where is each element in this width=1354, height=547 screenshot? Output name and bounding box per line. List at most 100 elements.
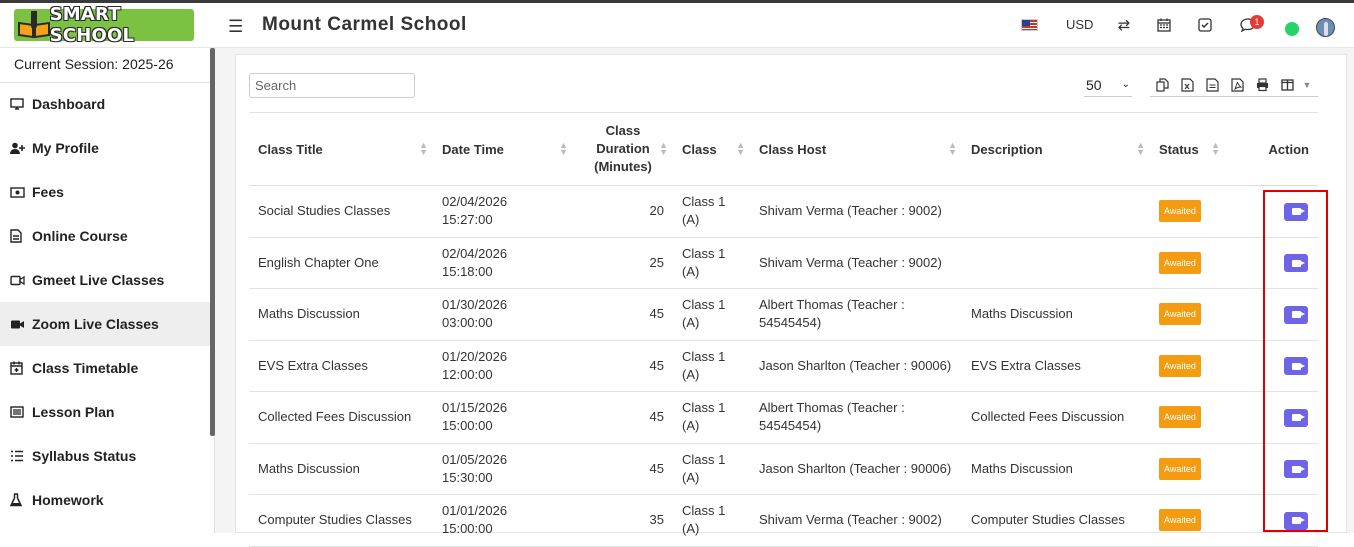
video-camera-icon — [1291, 259, 1305, 267]
status-badge: Awaited — [1159, 200, 1201, 223]
video-camera-icon — [1291, 517, 1305, 524]
caret-down-icon[interactable]: ▼ — [1300, 74, 1314, 96]
sort-icon: ▲ ▼ — [559, 140, 568, 157]
brand-logo[interactable]: SMART SCHOOL — [14, 4, 194, 46]
join-zoom-button[interactable] — [1284, 254, 1308, 272]
duration-cell: 45 — [573, 340, 673, 392]
csv-icon[interactable] — [1200, 74, 1225, 96]
status-badge: Awaited — [1159, 457, 1201, 480]
file-icon — [10, 229, 32, 243]
sidebar-item-label: Homework — [32, 492, 104, 508]
column-header-class[interactable]: Class ▲ ▼ — [673, 112, 750, 186]
sidebar-item-label: Gmeet Live Classes — [32, 272, 165, 288]
join-zoom-button[interactable] — [1284, 305, 1308, 324]
column-header-duration[interactable]: Class Duration (Minutes) ▲ ▼ — [573, 112, 673, 186]
join-zoom-button[interactable] — [1284, 202, 1308, 221]
video-camera-icon — [1291, 311, 1305, 318]
task-check-icon[interactable] — [1195, 15, 1215, 35]
duration-cell: 45 — [573, 443, 673, 495]
calendar-icon[interactable] — [1154, 15, 1174, 35]
date-time-cell: 01/15/2026 15:00:00 — [433, 391, 573, 444]
join-zoom-button[interactable] — [1284, 511, 1308, 530]
sort-icon: ▲ ▼ — [1211, 140, 1220, 157]
sidebar-item-homework[interactable]: Homework — [0, 478, 210, 522]
column-header-class-host[interactable]: Class Host ▲ ▼ — [750, 112, 962, 186]
avatar[interactable] — [1316, 18, 1335, 37]
chevron-down-icon: ⌄ — [1121, 79, 1130, 90]
date-time-cell: 01/01/2026 15:00:00 — [433, 494, 573, 547]
join-zoom-button[interactable] — [1284, 408, 1308, 427]
sidebar-item-syllabus-status[interactable]: Syllabus Status — [0, 434, 210, 478]
sort-icon: ▲ ▼ — [948, 140, 957, 157]
action-cell — [1240, 391, 1318, 444]
description-cell: Collected Fees Discussion — [962, 391, 1150, 444]
sidebar-nav: Dashboard My Profile Fees Online Course … — [0, 82, 210, 522]
status-badge: Awaited — [1159, 354, 1201, 377]
print-icon[interactable] — [1250, 74, 1275, 96]
menu-toggle-icon[interactable]: ☰ — [228, 17, 243, 37]
table-row: Social Studies Classes 02/04/2026 15:27:00… — [249, 185, 1318, 238]
column-header-status[interactable]: Status ▲ ▼ — [1150, 112, 1240, 186]
top-header: SMART SCHOOL ☰ Mount Carmel School USD ⇄… — [0, 3, 1354, 48]
class-title-cell: Collected Fees Discussion — [249, 391, 433, 444]
duration-cell: 35 — [573, 494, 673, 547]
brand-name: SMART SCHOOL — [49, 4, 135, 46]
columns-icon[interactable] — [1275, 74, 1300, 96]
class-host-cell: Jason Sharlton (Teacher : 90006) — [750, 340, 962, 392]
us-flag-icon[interactable] — [1021, 19, 1038, 31]
zoom-classes-panel: 50 ⌄ ▼ Class Title▲▼ Date Time▲▼ Class D… — [235, 54, 1347, 547]
sidebar-item-gmeet-live-classes[interactable]: Gmeet Live Classes — [0, 258, 210, 302]
export-toolbar: ▼ — [1150, 73, 1318, 97]
action-cell — [1240, 185, 1318, 238]
class-host-cell: Jason Sharlton (Teacher : 90006) — [750, 443, 962, 495]
column-header-date-time[interactable]: Date Time ▲ ▼ — [433, 112, 573, 186]
page-size-select[interactable]: 50 ⌄ — [1084, 73, 1132, 97]
calendar-plus-icon — [10, 361, 32, 375]
join-zoom-button[interactable] — [1284, 460, 1308, 478]
school-name: Mount Carmel School — [262, 14, 467, 35]
whatsapp-icon[interactable] — [1285, 22, 1299, 36]
sidebar-item-zoom-live-classes[interactable]: Zoom Live Classes — [0, 302, 210, 346]
status-cell: Awaited — [1150, 288, 1240, 341]
join-zoom-button[interactable] — [1284, 357, 1308, 375]
sidebar-item-class-timetable[interactable]: Class Timetable — [0, 346, 210, 390]
column-header-class-title[interactable]: Class Title ▲ ▼ — [249, 112, 433, 186]
sidebar-item-online-course[interactable]: Online Course — [0, 214, 210, 258]
list-ol-icon — [10, 450, 32, 462]
zoom-classes-table: Class Title ▲ ▼ Date Time ▲ ▼ Class Duration… — [249, 112, 1318, 547]
table-row: English Chapter One 02/04/2026 15:18:00 25 C… — [249, 237, 1318, 289]
sidebar-item-label: Lesson Plan — [32, 404, 115, 420]
video-camera-icon — [1291, 465, 1305, 473]
class-host-cell: Shivam Verma (Teacher : 9002) — [750, 494, 962, 547]
currency-selector[interactable]: USD — [1066, 17, 1093, 32]
table-row: Computer Studies Classes 01/01/2026 15:00:… — [249, 494, 1318, 547]
action-cell — [1240, 443, 1318, 495]
copy-icon[interactable] — [1150, 74, 1175, 96]
status-cell: Awaited — [1150, 237, 1240, 289]
column-header-action: Action — [1240, 112, 1318, 186]
exchange-icon[interactable]: ⇄ — [1114, 15, 1134, 35]
table-row: Maths Discussion 01/30/2026 03:00:00 45 Clas… — [249, 288, 1318, 341]
sidebar-item-dashboard[interactable]: Dashboard — [0, 82, 210, 126]
table-row: Maths Discussion 01/05/2026 15:30:00 45 Clas… — [249, 443, 1318, 495]
class-title-cell: Computer Studies Classes — [249, 494, 433, 547]
sidebar-item-label: Dashboard — [32, 96, 106, 112]
date-time-cell: 01/20/2026 12:00:00 — [433, 340, 573, 392]
search-input[interactable] — [249, 73, 415, 98]
sidebar-item-label: Syllabus Status — [32, 448, 137, 464]
pdf-icon[interactable] — [1225, 74, 1250, 96]
sidebar-item-my-profile[interactable]: My Profile — [0, 126, 210, 170]
page-size-value: 50 — [1086, 76, 1102, 93]
description-cell — [962, 237, 1150, 289]
date-time-cell: 02/04/2026 15:27:00 — [433, 185, 573, 238]
class-cell: Class 1 (A) — [673, 494, 750, 547]
description-cell — [962, 185, 1150, 238]
sidebar-item-lesson-plan[interactable]: Lesson Plan — [0, 390, 210, 434]
sidebar-item-label: Online Course — [32, 228, 128, 244]
list-icon — [10, 406, 32, 418]
class-cell: Class 1 (A) — [673, 237, 750, 289]
excel-icon[interactable] — [1175, 74, 1200, 96]
column-header-description[interactable]: Description ▲ ▼ — [962, 112, 1150, 186]
current-session[interactable]: Current Session: 2025-26 — [14, 56, 174, 72]
sidebar-item-fees[interactable]: Fees — [0, 170, 210, 214]
